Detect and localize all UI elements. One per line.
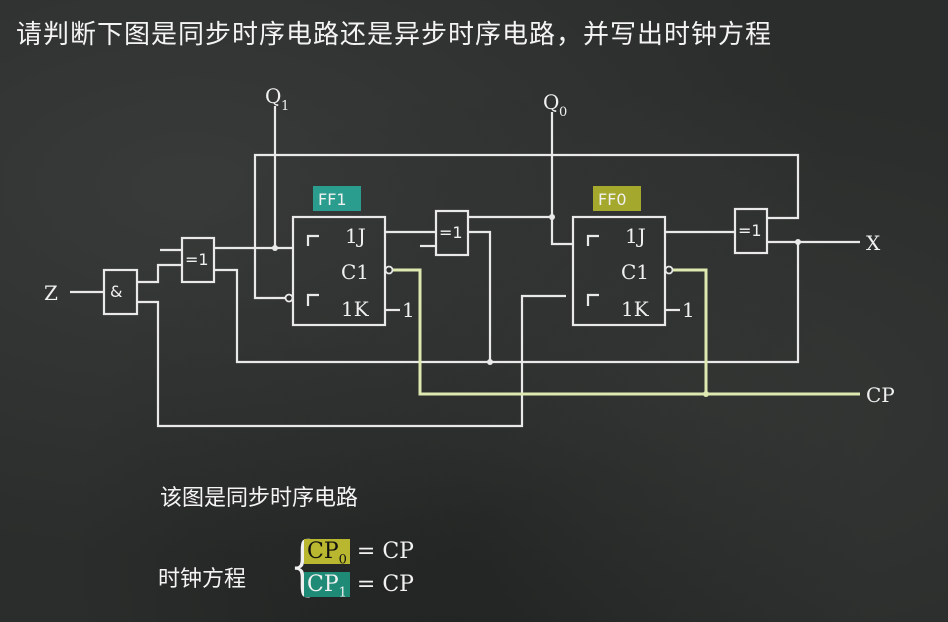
svg-text:1: 1	[281, 99, 289, 114]
cp1-rhs: = CP	[356, 572, 414, 597]
flip-flop-ff1: 1J C1 1K	[291, 215, 387, 327]
input-z-label: Z	[44, 281, 58, 305]
cp1-highlight: CP1	[304, 572, 350, 600]
svg-text:FF1: FF1	[318, 190, 347, 209]
svg-text:=1: =1	[185, 250, 209, 269]
and-gate: &	[102, 268, 139, 316]
output-x-label: X	[866, 231, 881, 255]
ff0-pin-c: C1	[621, 260, 649, 284]
cp0-highlight: CP0	[304, 539, 350, 567]
ff1-label: FF1	[313, 186, 361, 211]
svg-text:=1: =1	[439, 223, 463, 242]
clock-lines	[393, 268, 860, 397]
q0-label: Q 0	[543, 90, 567, 120]
clock-equation-cp0: CP0 = CP	[304, 539, 414, 567]
ff0-pin-j: 1J	[625, 224, 646, 248]
flip-flop-ff0: 1J C1 1K	[571, 215, 667, 327]
ff0-pin-k: 1K	[621, 297, 650, 321]
svg-text:FF0: FF0	[598, 190, 627, 209]
svg-text:Q: Q	[543, 90, 559, 114]
svg-text:=1: =1	[738, 221, 762, 240]
xor-gate-2: =1	[434, 209, 470, 257]
k1-input-label: 1	[402, 298, 415, 322]
clock-equation-label: 时钟方程	[158, 567, 247, 592]
q1-label: Q 1	[265, 84, 289, 114]
svg-text:Q: Q	[265, 84, 281, 108]
clock-equation-cp1: CP1 = CP	[304, 572, 414, 600]
ff0-label: FF0	[593, 186, 641, 211]
svg-text:0: 0	[559, 105, 567, 120]
answer-text: 该图是同步时序电路	[160, 486, 359, 511]
svg-text:&: &	[110, 282, 122, 301]
ff1-pin-c: C1	[341, 260, 369, 284]
ff1-pin-j: 1J	[345, 224, 366, 248]
xor-gate-1: =1	[180, 236, 216, 284]
xor-gate-3: =1	[733, 207, 769, 255]
clock-label: CP	[866, 383, 895, 407]
cp0-rhs: = CP	[356, 539, 414, 564]
k0-input-label: 1	[682, 298, 695, 322]
circuit-diagram: 1J C1 1K 1J C1 1K FF1 FF0 & =1 =1 =1 Z X…	[44, 84, 895, 428]
ff1-pin-k: 1K	[341, 297, 370, 321]
